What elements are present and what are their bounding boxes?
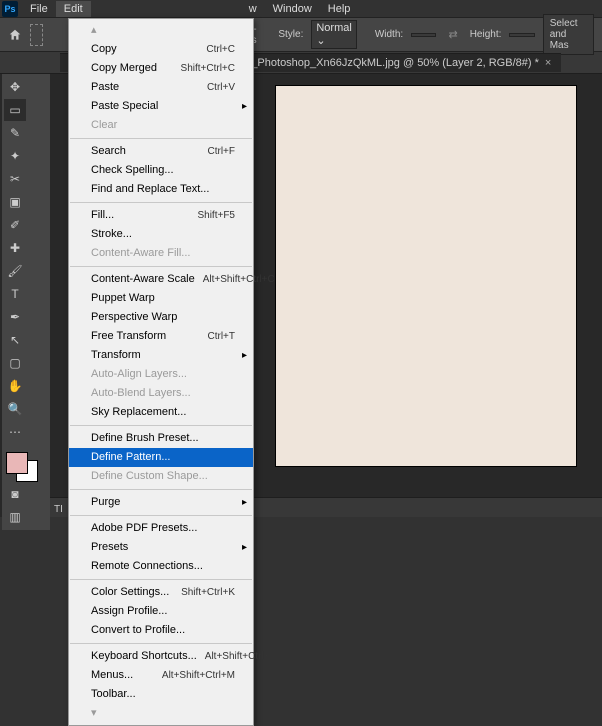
separator (70, 489, 252, 490)
menu-undo: ▴ (69, 21, 253, 40)
color-swatches[interactable] (4, 448, 48, 482)
width-input[interactable] (411, 33, 436, 37)
menu-clear: Clear (69, 116, 253, 135)
menu-remote-connections[interactable]: Remote Connections... (69, 557, 253, 576)
menu-scroll-down: ▾ (69, 704, 253, 723)
healing-tool[interactable]: ✚ (4, 237, 26, 259)
menu-define-shape: Define Custom Shape... (69, 467, 253, 486)
menu-edit[interactable]: Edit (56, 1, 91, 17)
zoom-tool[interactable]: 🔍 (4, 398, 26, 420)
menu-content-aware-scale[interactable]: Content-Aware ScaleAlt+Shift+Ctrl+C (69, 270, 253, 289)
menu-auto-blend: Auto-Blend Layers... (69, 384, 253, 403)
eyedropper-tool[interactable]: ✐ (4, 214, 26, 236)
menu-window[interactable]: Window (265, 1, 320, 17)
menu-presets[interactable]: Presets (69, 538, 253, 557)
menu-paste[interactable]: PasteCtrl+V (69, 78, 253, 97)
close-icon[interactable]: × (545, 57, 551, 69)
toolbox: ✥ ▭ ✎ ✦ ✂ ▣ ✐ ✚ 🖌 T ✒ ↖ ▢ ✋ 🔍 ⋯ ◙ ▥ (2, 74, 50, 530)
style-label: Style: (278, 29, 303, 40)
menu-content-aware-fill: Content-Aware Fill... (69, 244, 253, 263)
shape-tool[interactable]: ▢ (4, 352, 26, 374)
menu-keyboard-shortcuts[interactable]: Keyboard Shortcuts...Alt+Shift+Ctrl+K (69, 647, 253, 666)
marquee-preview-icon[interactable] (30, 24, 43, 46)
menu-pdf-presets[interactable]: Adobe PDF Presets... (69, 519, 253, 538)
marquee-tool[interactable]: ▭ (4, 99, 26, 121)
canvas[interactable] (276, 86, 576, 466)
menu-fill[interactable]: Fill...Shift+F5 (69, 206, 253, 225)
type-tool[interactable]: T (4, 283, 26, 305)
quickselect-tool[interactable]: ✦ (4, 145, 26, 167)
home-icon[interactable] (8, 26, 22, 44)
menu-sky-replacement[interactable]: Sky Replacement... (69, 403, 253, 422)
separator (70, 515, 252, 516)
menu-copy-merged[interactable]: Copy MergedShift+Ctrl+C (69, 59, 253, 78)
menu-toolbar[interactable]: Toolbar... (69, 685, 253, 704)
height-input[interactable] (509, 33, 534, 37)
menu-purge[interactable]: Purge (69, 493, 253, 512)
separator (70, 425, 252, 426)
pen-tool[interactable]: ✒ (4, 306, 26, 328)
status-label: TI (54, 504, 63, 515)
menu-menus[interactable]: Menus...Alt+Shift+Ctrl+M (69, 666, 253, 685)
menu-assign-profile[interactable]: Assign Profile... (69, 602, 253, 621)
menu-color-settings[interactable]: Color Settings...Shift+Ctrl+K (69, 583, 253, 602)
menu-paste-special[interactable]: Paste Special (69, 97, 253, 116)
separator (70, 643, 252, 644)
chevron-down-icon: ⌄ (316, 35, 325, 47)
more-tool[interactable]: ⋯ (4, 421, 26, 443)
separator (70, 579, 252, 580)
separator (70, 266, 252, 267)
edit-menu-dropdown: ▴ CopyCtrl+C Copy MergedShift+Ctrl+C Pas… (68, 18, 254, 726)
menu-check-spelling[interactable]: Check Spelling... (69, 161, 253, 180)
screenmode-tool[interactable]: ▥ (4, 506, 26, 528)
menu-transform[interactable]: Transform (69, 346, 253, 365)
menu-define-pattern[interactable]: Define Pattern... (69, 448, 253, 467)
app-logo: Ps (2, 1, 18, 17)
menu-w[interactable]: w (241, 1, 265, 17)
lasso-tool[interactable]: ✎ (4, 122, 26, 144)
foreground-color[interactable] (6, 452, 28, 474)
menu-search[interactable]: SearchCtrl+F (69, 142, 253, 161)
menu-copy[interactable]: CopyCtrl+C (69, 40, 253, 59)
menu-file[interactable]: File (22, 1, 56, 17)
menu-find-replace[interactable]: Find and Replace Text... (69, 180, 253, 199)
width-label: Width: (375, 29, 403, 40)
path-tool[interactable]: ↖ (4, 329, 26, 351)
menubar: Ps File Edit w Window Help (0, 0, 602, 18)
separator (70, 202, 252, 203)
menu-puppet-warp[interactable]: Puppet Warp (69, 289, 253, 308)
style-select[interactable]: Normal ⌄ (311, 20, 356, 49)
hand-tool[interactable]: ✋ (4, 375, 26, 397)
crop-tool[interactable]: ✂ (4, 168, 26, 190)
frame-tool[interactable]: ▣ (4, 191, 26, 213)
menu-stroke[interactable]: Stroke... (69, 225, 253, 244)
quickmask-tool[interactable]: ◙ (4, 483, 26, 505)
height-label: Height: (470, 29, 502, 40)
menu-free-transform[interactable]: Free TransformCtrl+T (69, 327, 253, 346)
menu-help[interactable]: Help (320, 1, 359, 17)
brush-tool[interactable]: 🖌 (4, 260, 26, 282)
menu-auto-align: Auto-Align Layers... (69, 365, 253, 384)
move-tool[interactable]: ✥ (4, 76, 26, 98)
menu-define-brush[interactable]: Define Brush Preset... (69, 429, 253, 448)
separator (70, 138, 252, 139)
menu-convert-profile[interactable]: Convert to Profile... (69, 621, 253, 640)
menu-gap (91, 7, 241, 11)
menu-perspective-warp[interactable]: Perspective Warp (69, 308, 253, 327)
swap-icon[interactable]: ⇄ (448, 28, 457, 41)
select-and-mask-button[interactable]: Select and Mas (543, 14, 594, 55)
